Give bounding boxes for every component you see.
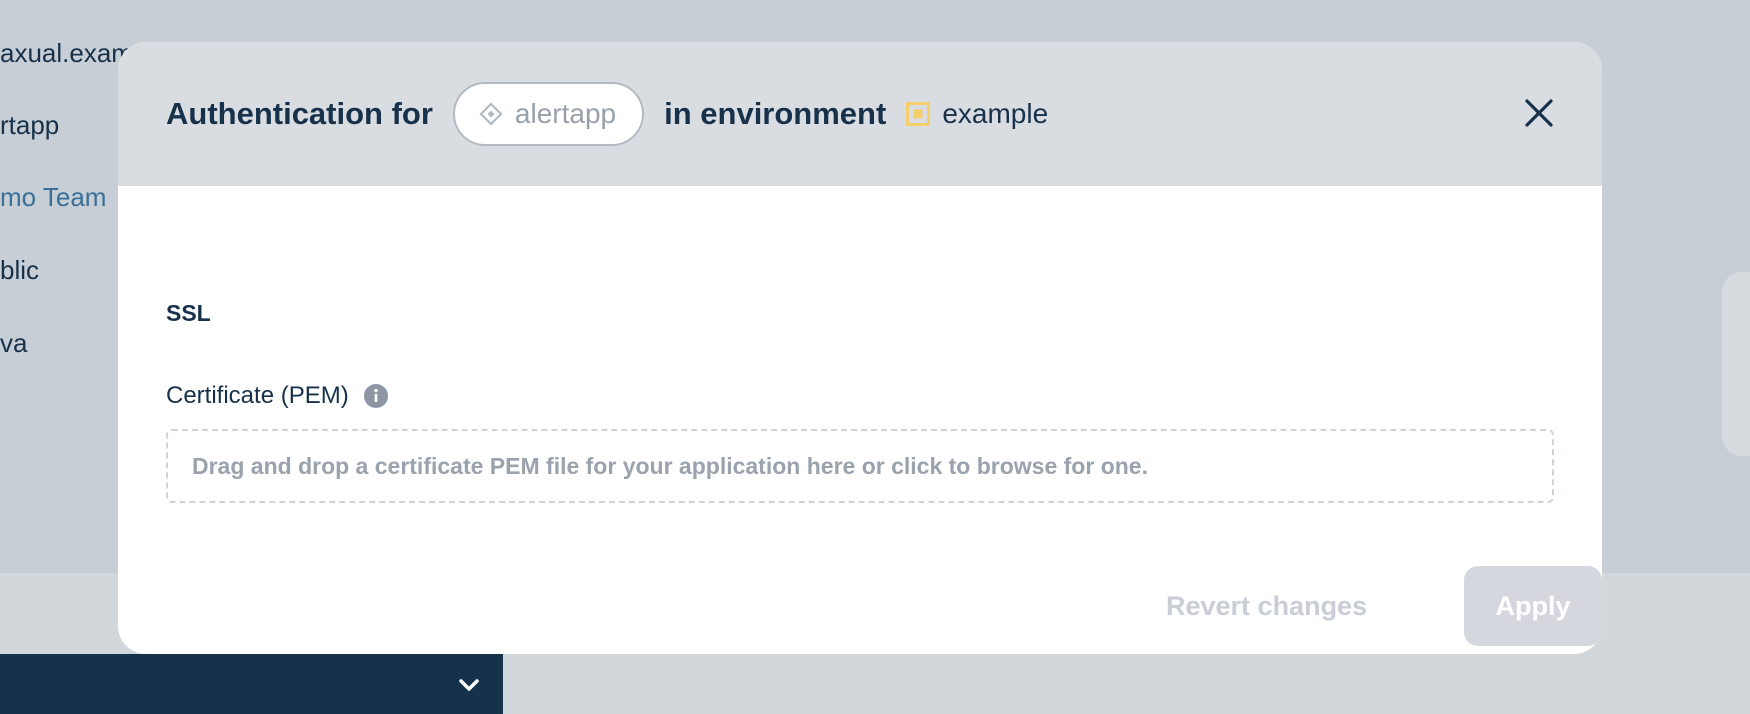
background-list-item: axual.exam: [0, 38, 133, 68]
close-icon[interactable]: [1522, 96, 1556, 130]
modal-title-middle: in environment: [664, 96, 887, 131]
background-list-item: rtapp: [0, 110, 60, 140]
background-card: [1722, 272, 1750, 456]
modal-body: SSL Certificate (PEM) Drag and drop a ce…: [166, 186, 1602, 654]
modal-header: Authentication for alertapp in environme…: [118, 42, 1602, 186]
apply-button[interactable]: Apply: [1464, 566, 1602, 646]
environment-badge: example: [906, 98, 1048, 130]
info-icon[interactable]: [363, 383, 389, 409]
authentication-modal: Authentication for alertapp in environme…: [118, 42, 1602, 654]
dropzone-text: Drag and drop a certificate PEM file for…: [192, 452, 1148, 479]
certificate-label-row: Certificate (PEM): [166, 382, 389, 410]
background-list-item: blic: [0, 255, 40, 285]
revert-changes-button[interactable]: Revert changes: [1166, 566, 1367, 646]
certificate-dropzone[interactable]: Drag and drop a certificate PEM file for…: [166, 429, 1554, 503]
app-pill: alertapp: [452, 82, 645, 146]
certificate-label: Certificate (PEM): [166, 382, 349, 409]
background-list-item: va: [0, 328, 28, 358]
background-dark-bar: [0, 654, 503, 714]
diamond-icon: [479, 102, 503, 126]
app-name: alertapp: [514, 98, 617, 129]
environment-square-icon: [906, 102, 931, 126]
environment-name: example: [942, 98, 1049, 129]
ssl-section-title: SSL: [166, 300, 211, 326]
background-list-item: mo Team: [0, 182, 107, 212]
modal-title-prefix: Authentication for: [166, 96, 433, 131]
chevron-down-icon: [459, 679, 479, 691]
